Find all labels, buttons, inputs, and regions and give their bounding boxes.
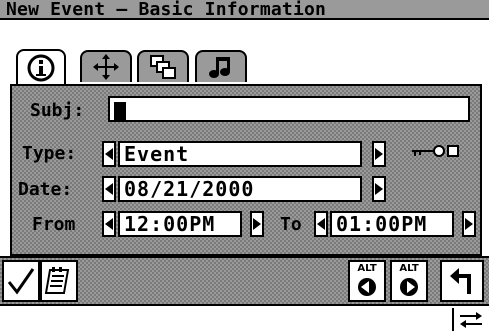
from-label: From xyxy=(32,214,76,235)
triangle-right-icon xyxy=(253,218,261,230)
date-next-button[interactable] xyxy=(372,176,386,202)
triangle-left-icon xyxy=(105,183,113,195)
tab-sound[interactable] xyxy=(195,50,247,82)
date-prev-button[interactable] xyxy=(102,176,116,202)
triangle-left-icon xyxy=(105,148,113,160)
alt-left-icon xyxy=(358,278,376,296)
tab-info[interactable] xyxy=(16,49,66,85)
return-button[interactable] xyxy=(440,260,484,302)
subject-label: Subj: xyxy=(30,100,85,121)
date-label: Date: xyxy=(18,179,73,200)
triangle-left-icon xyxy=(105,218,113,230)
alt-left-button[interactable]: ALT xyxy=(348,260,386,302)
music-note-icon xyxy=(209,57,230,78)
to-time-field[interactable]: 01:00PM xyxy=(330,211,454,237)
text-cursor xyxy=(114,101,126,120)
move-icon xyxy=(93,54,119,80)
subject-input[interactable] xyxy=(108,96,470,122)
key-icon xyxy=(412,145,459,157)
checkmark-icon xyxy=(7,268,35,295)
alt-right-icon xyxy=(400,278,418,296)
notepad-icon xyxy=(44,267,70,294)
alt-right-label: ALT xyxy=(399,263,419,274)
alt-right-button[interactable]: ALT xyxy=(390,260,428,302)
triangle-right-icon xyxy=(465,218,473,230)
triangle-left-icon xyxy=(317,218,325,230)
date-field[interactable]: 08/21/2000 xyxy=(118,176,362,202)
from-prev-button[interactable] xyxy=(102,211,116,237)
type-next-button[interactable] xyxy=(372,141,386,167)
to-prev-button[interactable] xyxy=(314,211,328,237)
swap-arrows-icon xyxy=(460,312,482,328)
notes-button[interactable] xyxy=(40,260,78,302)
status-bar xyxy=(0,306,489,331)
tab-move[interactable] xyxy=(80,50,132,82)
status-divider xyxy=(452,308,454,331)
window-title: New Event – Basic Information xyxy=(0,0,489,20)
linked-pages-icon xyxy=(150,55,176,79)
to-next-button[interactable] xyxy=(462,211,476,237)
key-toggle[interactable] xyxy=(410,142,460,160)
input-toggle-button[interactable] xyxy=(458,310,484,330)
type-field[interactable]: Event xyxy=(118,141,362,167)
type-label: Type: xyxy=(22,143,77,164)
type-prev-button[interactable] xyxy=(102,141,116,167)
from-time-field[interactable]: 12:00PM xyxy=(118,211,242,237)
info-icon xyxy=(27,54,55,82)
triangle-right-icon xyxy=(375,148,383,160)
done-button[interactable] xyxy=(2,260,40,302)
tab-linked-pages[interactable] xyxy=(137,50,189,82)
return-icon xyxy=(450,268,471,294)
to-label: To xyxy=(280,214,302,235)
from-next-button[interactable] xyxy=(250,211,264,237)
alt-left-label: ALT xyxy=(357,263,377,274)
triangle-right-icon xyxy=(375,183,383,195)
